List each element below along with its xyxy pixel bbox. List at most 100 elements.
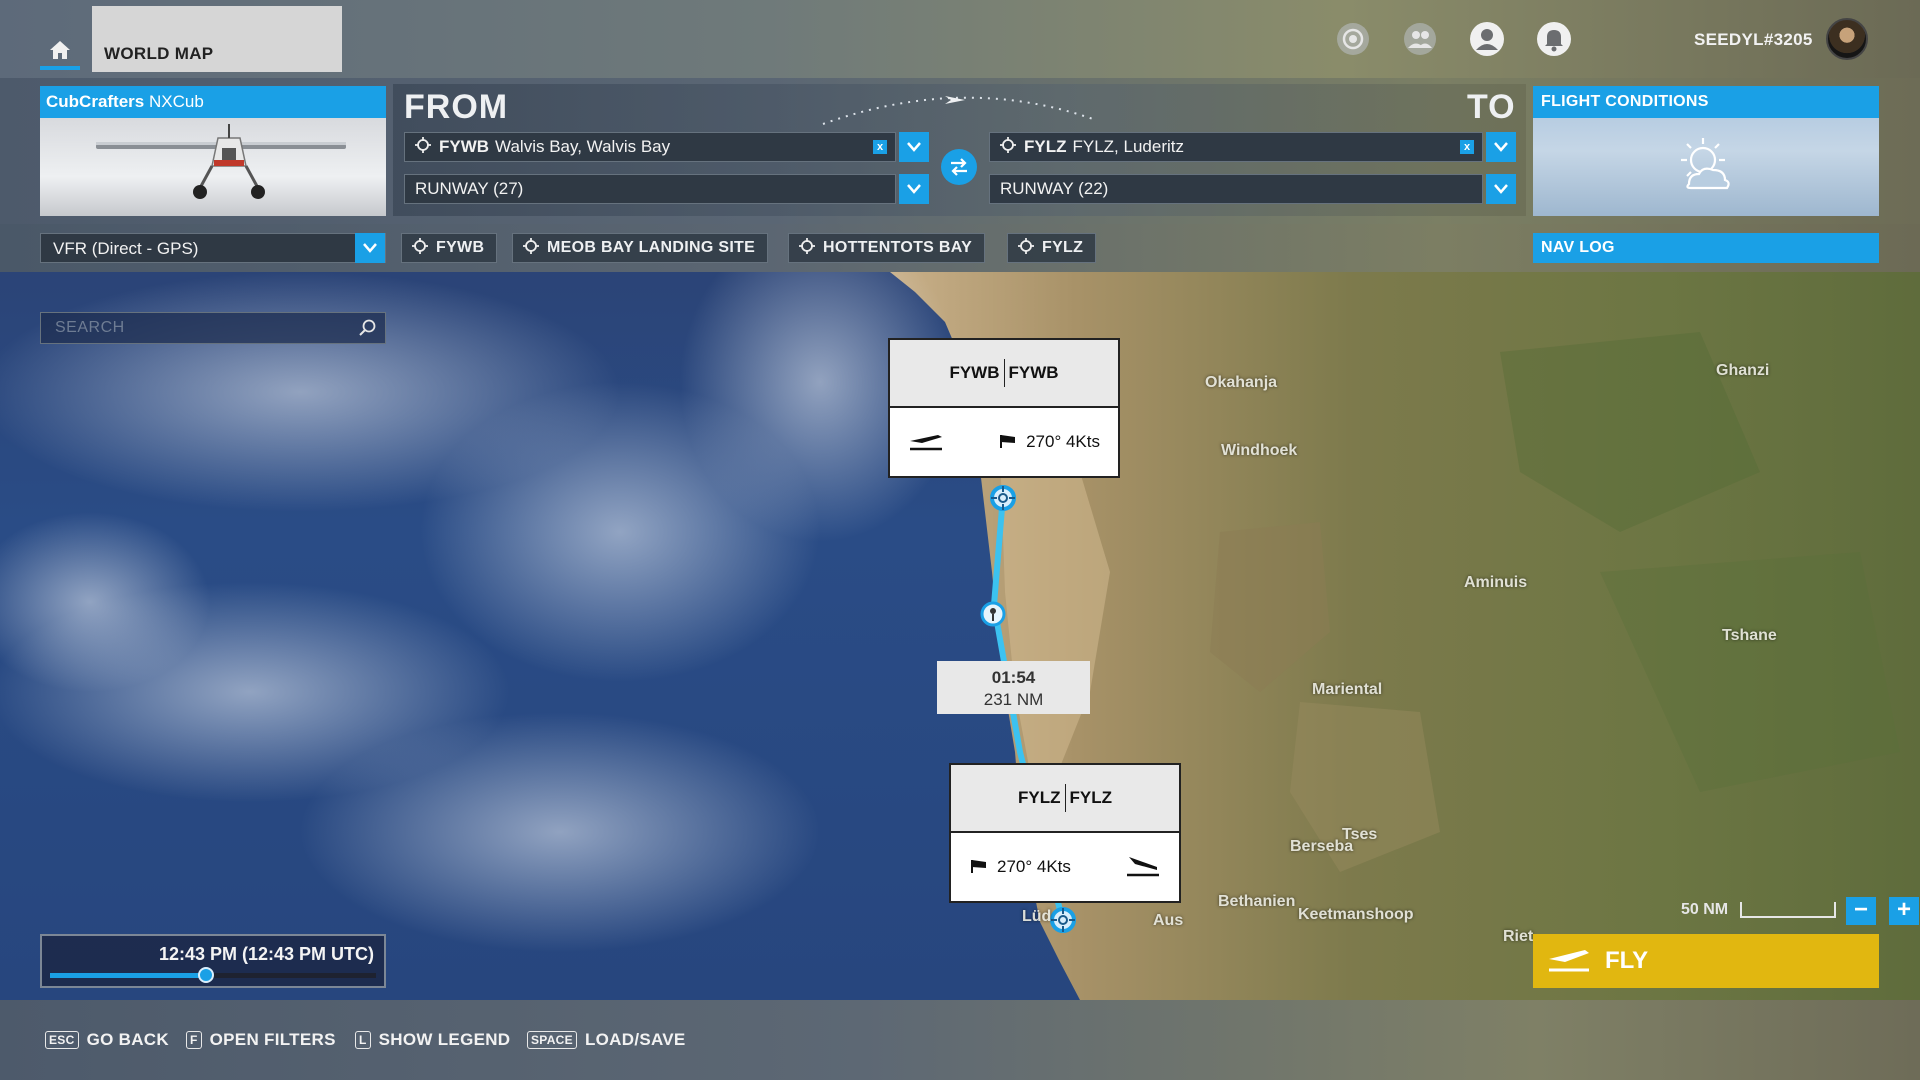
waypoint-chip[interactable]: MEOB BAY LANDING SITE [512, 233, 769, 263]
achievements-icon[interactable] [1334, 20, 1372, 58]
chevron-down-icon [1494, 184, 1508, 194]
hint-open-filters[interactable]: F OPEN FILTERS [186, 1030, 336, 1050]
notifications-icon[interactable] [1535, 20, 1573, 58]
fly-button[interactable]: FLY [1533, 934, 1879, 988]
arrival-dropdown-button[interactable] [1486, 132, 1516, 162]
arrival-card-code-right: FYLZ [1069, 788, 1113, 807]
arrival-wind: 270° 4Kts [997, 857, 1071, 876]
chevron-down-icon [907, 184, 921, 194]
city-label: Lüd [1022, 908, 1052, 925]
arrival-name: FYLZ, Luderitz [1072, 137, 1185, 156]
clear-departure-button[interactable]: x [873, 140, 887, 154]
hint-go-back[interactable]: ESC GO BACK [45, 1030, 169, 1050]
profile-icon[interactable] [1468, 20, 1506, 58]
departure-runway-dropdown[interactable] [899, 174, 929, 204]
departure-airport-field[interactable]: FYWB Walvis Bay, Walvis Bay x [404, 132, 896, 162]
hint-label: LOAD/SAVE [584, 1030, 686, 1049]
swap-route-button[interactable] [941, 149, 977, 185]
departure-card-code-right: FYWB [1008, 363, 1059, 382]
location-pin-icon [1018, 237, 1034, 259]
leg-time: 01:54 [991, 668, 1036, 687]
location-pin-icon [523, 237, 539, 259]
city-label: Ghanzi [1716, 362, 1770, 379]
home-button[interactable] [40, 34, 80, 70]
departure-runway-field[interactable]: RUNWAY (27) [404, 174, 896, 204]
leg-summary: 01:54 231 NM [937, 661, 1090, 714]
aircraft-model: NXCub [148, 92, 204, 111]
time-slider-track[interactable] [50, 967, 376, 983]
zoom-in-button[interactable]: + [1889, 897, 1919, 925]
home-icon [49, 40, 71, 65]
hint-label: OPEN FILTERS [209, 1030, 336, 1049]
chevron-down-icon [363, 243, 377, 253]
waypoint-chip[interactable]: HOTTENTOTS BAY [788, 233, 986, 263]
arrival-code: FYLZ [1024, 137, 1067, 156]
weather-sun-cloud-icon [1671, 134, 1741, 199]
departure-wind: 270° 4Kts [1026, 432, 1100, 451]
flight-plan-type-select[interactable]: VFR (Direct - GPS) [40, 233, 386, 263]
departure-code: FYWB [439, 137, 490, 156]
waypoint-label: FYLZ [1042, 239, 1084, 256]
fly-label: FLY [1605, 947, 1649, 974]
aircraft-selection-card[interactable]: CubCrafters NXCub [40, 86, 386, 216]
arrival-marker[interactable] [1048, 905, 1078, 935]
city-label: Aus [1153, 912, 1184, 929]
departure-dropdown-button[interactable] [899, 132, 929, 162]
flight-conditions-card[interactable]: FLIGHT CONDITIONS [1533, 86, 1879, 216]
map-scale-bar [1740, 902, 1836, 918]
from-label: FROM [404, 88, 509, 126]
hint-load-save[interactable]: SPACE LOAD/SAVE [527, 1030, 686, 1050]
avatar[interactable] [1826, 18, 1868, 60]
tab-world-map[interactable]: WORLD MAP [92, 6, 342, 72]
city-label: Bethanien [1218, 893, 1296, 910]
flight-plan-type-dropdown[interactable] [355, 233, 385, 263]
city-label: Tshane [1722, 627, 1777, 644]
time-of-day-control: 12:43 PM (12:43 PM UTC) [40, 934, 386, 988]
takeoff-icon [1547, 943, 1591, 980]
search-icon[interactable] [359, 319, 377, 342]
departure-name: Walvis Bay, Walvis Bay [495, 137, 671, 156]
location-pin-icon [1000, 136, 1016, 158]
departure-runway: RUNWAY (27) [415, 179, 524, 198]
map-scale-label: 50 NM [1681, 901, 1729, 918]
username[interactable]: SEEDYL#3205 [1694, 30, 1813, 50]
arrival-card-code: FYLZ [1018, 788, 1061, 807]
hint-label: SHOW LEGEND [378, 1030, 511, 1049]
search-placeholder: SEARCH [55, 319, 125, 336]
arrival-runway-field[interactable]: RUNWAY (22) [989, 174, 1483, 204]
departure-card-title: FYWB FYWB [890, 340, 1118, 408]
departure-airport-card[interactable]: FYWB FYWB 270° 4Kts [888, 338, 1120, 478]
clear-arrival-button[interactable]: x [1460, 140, 1474, 154]
key-badge: L [355, 1031, 371, 1049]
city-label: Okahanja [1205, 374, 1278, 391]
mid-waypoint-marker[interactable] [979, 600, 1007, 628]
city-label: Keetmanshoop [1298, 906, 1414, 923]
location-pin-icon [412, 237, 428, 259]
city-label: Riet [1503, 928, 1534, 945]
aircraft-brand: CubCrafters [46, 92, 145, 111]
flight-conditions-title: FLIGHT CONDITIONS [1533, 86, 1879, 118]
aircraft-title: CubCrafters NXCub [40, 86, 386, 118]
city-label: Berseba [1290, 838, 1354, 855]
nav-log-button[interactable]: NAV LOG [1533, 233, 1879, 263]
hint-show-legend[interactable]: L SHOW LEGEND [355, 1030, 510, 1050]
waypoint-chip[interactable]: FYWB [401, 233, 498, 263]
time-slider-handle[interactable] [198, 967, 215, 983]
city-label: Aminuis [1464, 574, 1528, 591]
waypoint-chip[interactable]: FYLZ [1007, 233, 1097, 263]
wind-icon [969, 856, 989, 879]
key-badge: F [186, 1031, 202, 1049]
friends-icon[interactable] [1401, 20, 1439, 58]
arrival-airport-card[interactable]: FYLZ FYLZ 270° 4Kts [949, 763, 1181, 903]
takeoff-icon [908, 429, 944, 456]
arrival-airport-field[interactable]: FYLZ FYLZ, Luderitz x [989, 132, 1483, 162]
search-input[interactable]: SEARCH [40, 312, 386, 344]
arrival-card-title: FYLZ FYLZ [951, 765, 1179, 833]
departure-card-code: FYWB [949, 363, 1000, 382]
time-label: 12:43 PM (12:43 PM UTC) [158, 944, 374, 964]
zoom-out-button[interactable]: − [1846, 897, 1876, 925]
chevron-down-icon [1494, 142, 1508, 152]
city-label: Mariental [1312, 681, 1383, 698]
arrival-runway-dropdown[interactable] [1486, 174, 1516, 204]
departure-marker[interactable] [988, 483, 1018, 513]
